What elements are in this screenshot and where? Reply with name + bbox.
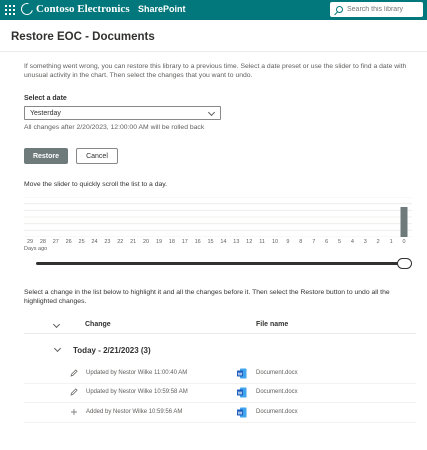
cancel-button[interactable]: Cancel <box>76 148 118 164</box>
chart-tick-label: 6 <box>325 239 329 245</box>
date-dropdown-value: Yesterday <box>30 109 61 117</box>
slider-track[interactable] <box>36 262 408 265</box>
change-description: Updated by Nestor Wilke 11:00:40 AM <box>86 370 188 376</box>
column-header-file-name[interactable]: File name <box>256 321 288 328</box>
intro-text: If something went wrong, you can restore… <box>24 63 407 79</box>
change-row[interactable]: Updated by Nestor Wilke 10:59:58 AM W Do… <box>24 383 416 403</box>
chart-tick-label: 19 <box>155 239 163 245</box>
svg-text:W: W <box>238 410 243 416</box>
date-dropdown[interactable]: Yesterday <box>24 106 221 120</box>
header-divider <box>0 51 427 52</box>
chart-tick-label: 1 <box>389 239 393 245</box>
file-name: Document.docx <box>256 389 298 395</box>
chart-tick-label: 18 <box>168 239 175 245</box>
chart-tick-label: 24 <box>91 239 98 245</box>
word-file-icon: W <box>237 407 247 418</box>
chart-tick-label: 5 <box>337 239 342 245</box>
column-header-change[interactable]: Change <box>85 321 111 328</box>
chart-tick-label: 11 <box>259 239 265 245</box>
change-row[interactable]: Added by Nestor Wilke 10:59:56 AM W Docu… <box>24 403 416 423</box>
change-description: Added by Nestor Wilke 10:59:56 AM <box>86 409 183 415</box>
change-description: Updated by Nestor Wilke 10:59:58 AM <box>86 389 188 395</box>
brand-name: Contoso Electronics <box>36 3 130 15</box>
chart-tick-label: 4 <box>350 239 354 245</box>
date-label: Select a date <box>24 95 67 102</box>
chart-tick-label: 14 <box>220 239 227 245</box>
group-chevron-icon[interactable] <box>53 344 62 353</box>
rollback-note: All changes after 2/20/2023, 12:00:00 AM… <box>24 124 205 131</box>
suite-bar: Contoso Electronics SharePoint <box>0 0 427 20</box>
chart-tick-label: 2 <box>376 239 380 245</box>
slider-hint: Move the slider to quickly scroll the li… <box>24 181 168 188</box>
app-name[interactable]: SharePoint <box>138 4 186 14</box>
slider-thumb[interactable] <box>397 258 412 269</box>
list-hint: Select a change in the list below to hig… <box>24 289 390 305</box>
chart-tick-label: 10 <box>271 239 279 245</box>
chart-tick-label: 15 <box>207 239 214 245</box>
page-title: Restore EOC - Documents <box>11 31 155 43</box>
chart-tick-label: 25 <box>78 239 85 245</box>
chevron-down-icon <box>207 108 216 117</box>
search-box[interactable] <box>330 2 423 17</box>
word-file-icon: W <box>237 387 247 398</box>
chart-tick-label: 28 <box>39 239 46 245</box>
x-axis-label: Days ago <box>24 246 48 252</box>
chart-tick-label: 29 <box>26 239 34 245</box>
activity-chart[interactable] <box>24 197 412 237</box>
list-header: Change File name <box>24 318 416 334</box>
chart-tick-label: 21 <box>130 239 137 245</box>
app-launcher-icon[interactable] <box>5 5 15 15</box>
chart-tick-label: 22 <box>117 239 124 245</box>
collapse-all-chevron-icon[interactable] <box>52 320 61 329</box>
chart-x-axis: 29 28 27 26 25 24 23 22 21 20 19 18 17 16 15 14 13 12 11 10… <box>24 239 412 249</box>
chart-tick-label: 13 <box>233 239 240 245</box>
plus-icon <box>71 409 77 415</box>
file-name: Document.docx <box>256 409 298 415</box>
chart-tick-label: 0 <box>402 239 406 245</box>
search-icon <box>336 6 343 13</box>
restore-button[interactable]: Restore <box>24 148 68 164</box>
change-row[interactable]: Updated by Nestor Wilke 11:00:40 AM W Do… <box>24 364 416 384</box>
chart-tick-label: 27 <box>52 239 59 245</box>
chart-tick-label: 26 <box>65 239 72 245</box>
chart-tick-label: 7 <box>312 239 316 245</box>
chart-tick-label: 8 <box>299 239 303 245</box>
search-input[interactable] <box>347 6 417 13</box>
file-name: Document.docx <box>256 370 298 376</box>
chart-tick-label: 17 <box>181 239 188 245</box>
chart-tick-label: 3 <box>363 239 367 245</box>
brand[interactable]: Contoso Electronics <box>18 0 130 18</box>
group-header-today[interactable]: Today - 2/21/2023 (3) <box>73 346 151 355</box>
chart-tick-label: 12 <box>246 239 253 245</box>
chart-tick-label: 23 <box>104 239 111 245</box>
word-file-icon: W <box>237 368 247 379</box>
svg-text:W: W <box>238 371 243 377</box>
chart-tick-label: 16 <box>194 239 201 245</box>
svg-text:W: W <box>238 390 243 396</box>
chart-tick-label: 9 <box>286 239 290 245</box>
pencil-icon <box>70 388 78 396</box>
contoso-logo-icon <box>18 0 36 18</box>
chart-bar[interactable] <box>400 207 408 237</box>
pencil-icon <box>70 369 78 377</box>
chart-tick-label: 20 <box>143 239 150 245</box>
